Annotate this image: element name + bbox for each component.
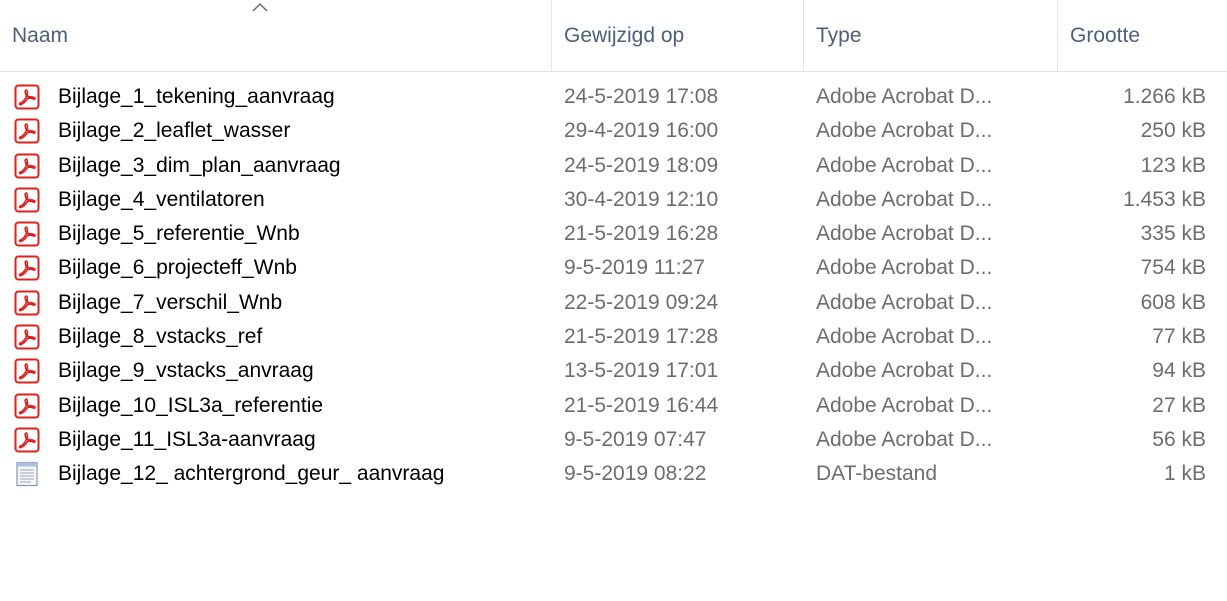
- file-date-modified: 9-5-2019 07:47: [564, 427, 707, 451]
- file-type: Adobe Acrobat D...: [816, 256, 993, 280]
- file-size: 1.266 kB: [1123, 85, 1206, 108]
- pdf-file-icon: [14, 358, 40, 384]
- file-date-modified: 13-5-2019 17:01: [564, 359, 719, 383]
- pdf-file-icon: [14, 153, 40, 179]
- pdf-file-icon: [14, 324, 40, 350]
- file-type: Adobe Acrobat D...: [816, 359, 993, 383]
- file-date-modified: 22-5-2019 09:24: [564, 290, 719, 314]
- file-type: Adobe Acrobat D...: [816, 222, 993, 246]
- file-size: 608 kB: [1140, 290, 1206, 314]
- column-header-name[interactable]: Naam: [0, 0, 550, 72]
- file-size: 56 kB: [1152, 427, 1206, 451]
- file-name[interactable]: Bijlage_3_dim_plan_aanvraag: [58, 149, 548, 183]
- file-date-modified: 29-4-2019 16:00: [564, 119, 719, 143]
- file-type: Adobe Acrobat D...: [816, 153, 993, 177]
- file-row[interactable]: Bijlage_8_vstacks_ref 21-5-2019 17:28 Adob…: [0, 320, 1227, 354]
- file-size: 1 kB: [1163, 462, 1206, 486]
- file-date-modified: 21-5-2019 16:28: [564, 222, 719, 246]
- file-row[interactable]: Bijlage_2_leaflet_wasser 29-4-2019 16:00 A…: [0, 114, 1227, 148]
- file-name[interactable]: Bijlage_8_vstacks_ref: [58, 320, 548, 354]
- file-date-modified: 30-4-2019 12:10: [564, 187, 719, 211]
- file-name[interactable]: Bijlage_7_verschil_Wnb: [58, 286, 548, 320]
- file-size: 27 kB: [1152, 393, 1206, 417]
- file-row[interactable]: Bijlage_6_projecteff_Wnb 9-5-2019 11:27 Ad…: [0, 251, 1227, 285]
- file-type: Adobe Acrobat D...: [816, 427, 993, 451]
- file-name[interactable]: Bijlage_11_ISL3a-aanvraag: [58, 423, 548, 457]
- pdf-file-icon: [14, 187, 40, 213]
- pdf-file-icon: [14, 84, 40, 110]
- file-name[interactable]: Bijlage_12_ achtergrond_geur_ aanvraag: [58, 457, 548, 491]
- file-row[interactable]: Bijlage_12_ achtergrond_geur_ aanvraag 9-…: [0, 457, 1227, 491]
- file-type: DAT-bestand: [816, 462, 938, 486]
- file-row[interactable]: Bijlage_3_dim_plan_aanvraag 24-5-2019 18:…: [0, 149, 1227, 183]
- file-name[interactable]: Bijlage_10_ISL3a_referentie: [58, 389, 548, 423]
- file-row[interactable]: Bijlage_7_verschil_Wnb 22-5-2019 09:24 Ado…: [0, 286, 1227, 320]
- column-header-date-modified[interactable]: Gewijzigd op: [552, 0, 802, 72]
- file-row[interactable]: Bijlage_1_tekening_aanvraag 24-5-2019 17:…: [0, 80, 1227, 114]
- file-type: Adobe Acrobat D...: [816, 187, 993, 211]
- file-type: Adobe Acrobat D...: [816, 290, 993, 314]
- file-type: Adobe Acrobat D...: [816, 85, 993, 108]
- column-header-bar: Naam Gewijzigd op Type Grootte: [0, 0, 1227, 72]
- file-date-modified: 21-5-2019 16:44: [564, 393, 719, 417]
- file-name[interactable]: Bijlage_2_leaflet_wasser: [58, 114, 548, 148]
- file-row[interactable]: Bijlage_5_referentie_Wnb 21-5-2019 16:28 A…: [0, 217, 1227, 251]
- file-name[interactable]: Bijlage_4_ventilatoren: [58, 183, 548, 217]
- file-type: Adobe Acrobat D...: [816, 325, 993, 349]
- file-name[interactable]: Bijlage_6_projecteff_Wnb: [58, 251, 548, 285]
- file-size: 754 kB: [1140, 256, 1206, 280]
- file-size: 1.453 kB: [1123, 187, 1206, 211]
- file-row[interactable]: Bijlage_4_ventilatoren 30-4-2019 12:10 Ado…: [0, 183, 1227, 217]
- file-row[interactable]: Bijlage_10_ISL3a_referentie 21-5-2019 16:…: [0, 389, 1227, 423]
- file-date-modified: 9-5-2019 08:22: [564, 462, 707, 486]
- file-type: Adobe Acrobat D...: [816, 119, 993, 143]
- file-size: 335 kB: [1140, 222, 1206, 246]
- file-size: 77 kB: [1152, 325, 1206, 349]
- file-date-modified: 24-5-2019 18:09: [564, 153, 719, 177]
- pdf-file-icon: [14, 255, 40, 281]
- file-type: Adobe Acrobat D...: [816, 393, 993, 417]
- dat-file-icon: [14, 461, 40, 487]
- pdf-file-icon: [14, 427, 40, 453]
- pdf-file-icon: [14, 118, 40, 144]
- file-row[interactable]: Bijlage_11_ISL3a-aanvraag 9-5-2019 07:47 A…: [0, 423, 1227, 457]
- file-name[interactable]: Bijlage_5_referentie_Wnb: [58, 217, 548, 251]
- file-size: 94 kB: [1152, 359, 1206, 383]
- pdf-file-icon: [14, 290, 40, 316]
- file-list: Bijlage_1_tekening_aanvraag 24-5-2019 17:…: [0, 80, 1227, 492]
- pdf-file-icon: [14, 221, 40, 247]
- file-date-modified: 24-5-2019 17:08: [564, 85, 719, 108]
- file-name[interactable]: Bijlage_9_vstacks_anvraag: [58, 354, 548, 388]
- file-date-modified: 21-5-2019 17:28: [564, 325, 719, 349]
- file-size: 123 kB: [1140, 153, 1206, 177]
- pdf-file-icon: [14, 393, 40, 419]
- column-header-type[interactable]: Type: [804, 0, 1056, 72]
- file-row[interactable]: Bijlage_9_vstacks_anvraag 13-5-2019 17:01…: [0, 354, 1227, 388]
- file-date-modified: 9-5-2019 11:27: [564, 256, 705, 280]
- column-header-size[interactable]: Grootte: [1058, 0, 1227, 72]
- file-size: 250 kB: [1140, 119, 1206, 143]
- file-name[interactable]: Bijlage_1_tekening_aanvraag: [58, 80, 548, 114]
